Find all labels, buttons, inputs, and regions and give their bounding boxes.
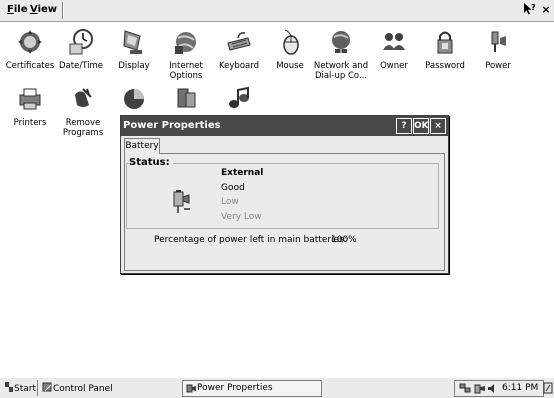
menu-file[interactable]: File — [7, 4, 27, 15]
printers-item[interactable]: Printers — [0, 85, 60, 128]
clock[interactable]: 6:11 PM — [502, 381, 538, 396]
volume-sounds-item[interactable] — [209, 85, 269, 118]
close-button[interactable]: × — [539, 2, 553, 18]
password-label: Password — [425, 61, 465, 71]
status-low: Low — [221, 197, 239, 207]
display-label: Display — [118, 61, 150, 71]
menu-separator — [62, 2, 64, 19]
help-arrow-icon: ? — [524, 3, 536, 15]
status-very-low: Very Low — [221, 212, 262, 222]
owner-icon — [383, 33, 405, 50]
padlock-icon — [437, 31, 453, 54]
system-item[interactable] — [156, 85, 216, 118]
mouse-label: Mouse — [276, 61, 304, 71]
start-button[interactable]: Start — [4, 381, 36, 395]
status-external: External — [221, 168, 264, 178]
dialog-help-button[interactable]: ? — [396, 118, 412, 134]
network-tray-icon[interactable] — [459, 383, 471, 394]
datetime-label: Date/Time — [59, 61, 103, 71]
keyboard-label: Keyboard — [219, 61, 259, 71]
printer-icon — [19, 88, 41, 110]
network-label: Network and Dial-up Co... — [313, 61, 369, 81]
control-panel-icon — [42, 382, 52, 392]
password-item[interactable]: Password — [415, 28, 475, 71]
power-tray-icon[interactable] — [474, 383, 486, 394]
status-label: Status: — [129, 157, 173, 168]
power-label: Power — [485, 61, 511, 71]
power-plug-icon — [491, 31, 506, 52]
network-globe-icon — [332, 31, 350, 53]
certificates-label: Certificates — [5, 61, 55, 71]
taskbar-separator — [37, 380, 38, 396]
start-icon — [5, 382, 13, 392]
internet-options-label: Internet Options — [169, 61, 203, 81]
task-power-icon — [186, 384, 196, 393]
clock-icon — [69, 29, 93, 55]
battery-percent-value: 100% — [331, 235, 357, 245]
start-label: Start — [14, 384, 36, 394]
display-icon — [123, 30, 142, 54]
svg-text:?: ? — [531, 3, 536, 12]
pie-chart-icon — [124, 89, 144, 109]
power-properties-task[interactable]: Power Properties — [182, 380, 322, 397]
battery-plug-icon — [173, 190, 190, 213]
mouse-icon — [283, 29, 299, 55]
keyboard-icon — [227, 32, 251, 51]
datetime-item[interactable]: Date/Time — [51, 28, 111, 71]
tab-battery[interactable]: Battery — [124, 138, 160, 154]
taskbar: Start Control Panel Power Properties 6:1… — [0, 377, 554, 398]
storage-item[interactable] — [104, 85, 164, 118]
internet-options-item[interactable]: Internet Options — [156, 28, 216, 81]
power-properties-task-label: Power Properties — [197, 383, 273, 393]
system-icon — [177, 88, 196, 108]
system-tray: 6:11 PM — [454, 380, 544, 397]
display-item[interactable]: Display — [104, 28, 164, 71]
menu-view[interactable]: View — [30, 4, 57, 15]
music-note-icon — [229, 86, 249, 108]
dialog-close-button[interactable]: × — [430, 118, 446, 134]
network-item[interactable]: Network and Dial-up Co... — [311, 28, 371, 81]
power-properties-dialog: Power Properties ? OK × Battery Status: … — [120, 115, 449, 274]
control-panel-quicklaunch[interactable]: Control Panel — [42, 381, 113, 395]
menu-bar: File View ? × — [0, 0, 554, 22]
power-item[interactable]: Power — [468, 28, 528, 71]
remove-programs-icon — [75, 88, 92, 107]
globe-icon — [175, 32, 196, 54]
printers-label: Printers — [13, 118, 47, 128]
desktop-icon[interactable] — [543, 382, 553, 394]
owner-label: Owner — [380, 61, 408, 71]
dialog-ok-button[interactable]: OK — [413, 118, 429, 134]
remove-programs-label: Remove Programs — [62, 118, 104, 138]
status-good: Good — [221, 183, 245, 193]
help-button[interactable]: ? — [522, 2, 536, 18]
certificates-icon — [18, 30, 42, 54]
volume-tray-icon[interactable] — [487, 383, 499, 394]
control-panel-label: Control Panel — [53, 384, 113, 394]
dialog-title: Power Properties — [123, 120, 221, 131]
dialog-titlebar[interactable]: Power Properties ? OK × — [121, 116, 448, 136]
battery-percent-label: Percentage of power left in main batteri… — [154, 235, 347, 245]
